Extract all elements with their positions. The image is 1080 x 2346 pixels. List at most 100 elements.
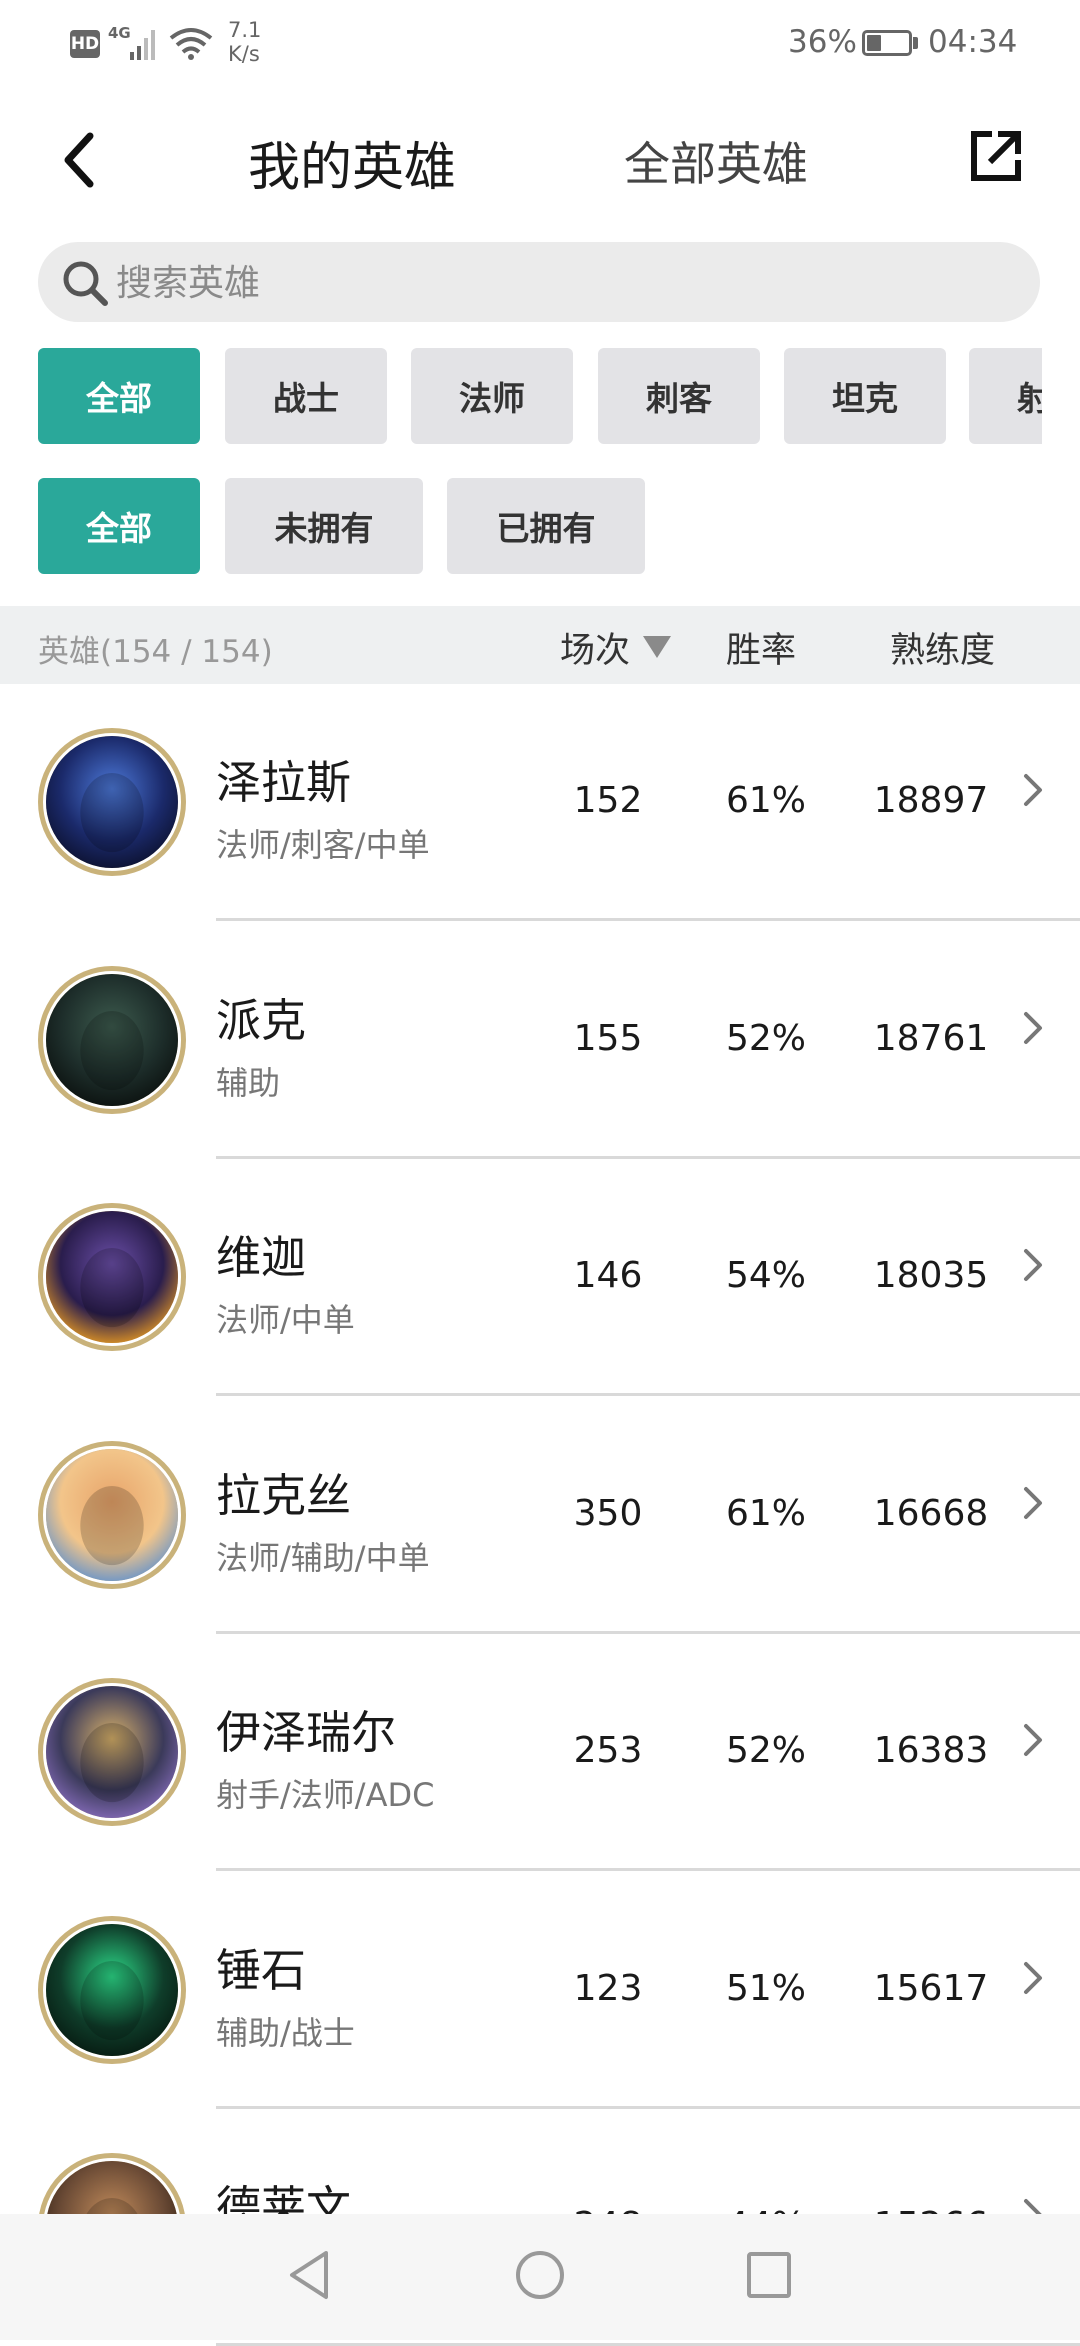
hero-portrait-art (46, 1211, 178, 1343)
battery-percent: 36% (788, 24, 857, 60)
signal-icon (130, 30, 155, 60)
sort-mastery-header[interactable]: 熟练度 (890, 622, 995, 673)
hero-games: 123 (573, 1968, 643, 2009)
tab-my-heroes[interactable]: 我的英雄 (248, 125, 456, 200)
recents-nav-icon[interactable] (744, 2247, 794, 2303)
chevron-right-icon (1024, 774, 1042, 806)
hero-winrate: 61% (725, 780, 806, 821)
hero-portrait-art (46, 974, 178, 1106)
chevron-right-icon (1024, 1962, 1042, 1994)
hero-roles: 射手/法师/ADC (216, 1776, 435, 1814)
hero-winrate: 52% (725, 1018, 806, 1059)
sort-games-header[interactable]: 场次 (560, 622, 630, 673)
hero-mastery: 18761 (873, 1018, 989, 1059)
battery-icon (862, 30, 912, 56)
hero-portrait (43, 971, 181, 1109)
hero-games: 350 (573, 1493, 643, 1534)
hero-mastery: 18897 (873, 780, 989, 821)
ownership-filter-row: 全部 未拥有 已拥有 (38, 478, 1042, 576)
hero-games: 155 (573, 1018, 643, 1059)
hero-portrait (43, 1208, 181, 1346)
battery-tip (913, 37, 918, 49)
hero-row[interactable]: 锤石辅助/战士 123 51% 15617 (0, 1872, 1080, 2109)
hero-mastery: 18035 (873, 1255, 989, 1296)
sort-desc-icon[interactable] (643, 636, 671, 658)
hero-mastery: 16668 (873, 1493, 989, 1534)
search-bar[interactable] (38, 242, 1040, 324)
network-speed: 7.1 K/s (228, 18, 262, 66)
hero-row[interactable]: 派克辅助 155 52% 18761 (0, 922, 1080, 1159)
hero-avatar (38, 1203, 186, 1351)
own-filter-not-owned[interactable]: 未拥有 (225, 478, 423, 574)
role-filter-warrior[interactable]: 战士 (225, 348, 387, 444)
hero-row[interactable]: 拉克丝法师/辅助/中单 350 61% 16668 (0, 1397, 1080, 1634)
hero-name: 拉克丝 (216, 1469, 352, 1522)
back-arrow-icon[interactable] (60, 130, 100, 190)
role-filter-tank[interactable]: 坦克 (784, 348, 946, 444)
hero-roles: 辅助 (216, 1064, 281, 1102)
hero-row[interactable]: 维迦法师/中单 146 54% 18035 (0, 1159, 1080, 1396)
hero-roles: 法师/中单 (216, 1301, 355, 1339)
row-divider (216, 1868, 1080, 1871)
hero-name: 伊泽瑞尔 (216, 1706, 397, 1759)
chevron-right-icon (1024, 1487, 1042, 1519)
role-filter-row: 全部 战士 法师 刺客 坦克 射手 (38, 348, 1042, 446)
hero-portrait-art (46, 736, 178, 868)
hero-portrait-art (46, 1686, 178, 1818)
wifi-icon (169, 28, 213, 60)
role-filter-assassin[interactable]: 刺客 (598, 348, 760, 444)
row-divider (216, 918, 1080, 921)
hero-mastery: 16383 (873, 1730, 989, 1771)
clock: 04:34 (928, 24, 1018, 60)
search-input[interactable] (114, 242, 1018, 324)
tab-all-heroes[interactable]: 全部英雄 (624, 128, 808, 194)
status-bar: HD 4G 7.1 K/s 36% 04:34 (0, 0, 1080, 90)
hero-roles: 法师/刺客/中单 (216, 826, 430, 864)
system-nav-bar (0, 2214, 1080, 2340)
hero-games: 146 (573, 1255, 643, 1296)
share-icon[interactable] (968, 128, 1024, 184)
hero-name: 维迦 (216, 1231, 307, 1284)
role-filter-mage[interactable]: 法师 (411, 348, 573, 444)
hero-avatar (38, 1441, 186, 1589)
search-icon (63, 261, 108, 306)
home-nav-icon[interactable] (512, 2247, 568, 2303)
hero-winrate: 52% (725, 1730, 806, 1771)
hero-name: 派克 (216, 994, 307, 1047)
sort-winrate-header[interactable]: 胜率 (726, 622, 796, 673)
hero-portrait (43, 1921, 181, 2059)
hero-portrait-art (46, 1924, 178, 2056)
hero-avatar (38, 966, 186, 1114)
chevron-right-icon (1024, 1249, 1042, 1281)
chevron-right-icon (1024, 1724, 1042, 1756)
chevron-right-icon (1024, 1012, 1042, 1044)
hero-games: 253 (573, 1730, 643, 1771)
role-filter-all[interactable]: 全部 (38, 348, 200, 444)
hero-winrate: 54% (725, 1255, 806, 1296)
network-type: 4G (108, 24, 131, 42)
hero-games: 152 (573, 780, 643, 821)
own-filter-owned[interactable]: 已拥有 (447, 478, 645, 574)
hero-mastery: 15617 (873, 1968, 989, 2009)
hero-roles: 法师/辅助/中单 (216, 1539, 430, 1577)
hero-row[interactable]: 泽拉斯法师/刺客/中单 152 61% 18897 (0, 684, 1080, 921)
hero-portrait-art (46, 1449, 178, 1581)
hero-portrait (43, 733, 181, 871)
hero-avatar (38, 1916, 186, 2064)
role-filter-marksman[interactable]: 射手 (969, 348, 1042, 444)
hero-name: 锤石 (216, 1944, 307, 1997)
hero-portrait (43, 1446, 181, 1584)
own-filter-all[interactable]: 全部 (38, 478, 200, 574)
hero-winrate: 51% (725, 1968, 806, 2009)
list-column-header: 英雄(154 / 154) 场次 胜率 熟练度 (0, 606, 1080, 684)
hero-portrait (43, 1683, 181, 1821)
hd-badge: HD (70, 30, 100, 58)
back-nav-icon[interactable] (284, 2247, 334, 2303)
row-divider (216, 1393, 1080, 1396)
hero-avatar (38, 1678, 186, 1826)
hero-row[interactable]: 伊泽瑞尔射手/法师/ADC 253 52% 16383 (0, 1634, 1080, 1871)
hero-avatar (38, 728, 186, 876)
hero-name: 泽拉斯 (216, 756, 352, 809)
hero-winrate: 61% (725, 1493, 806, 1534)
hero-roles: 辅助/战士 (216, 2014, 355, 2052)
